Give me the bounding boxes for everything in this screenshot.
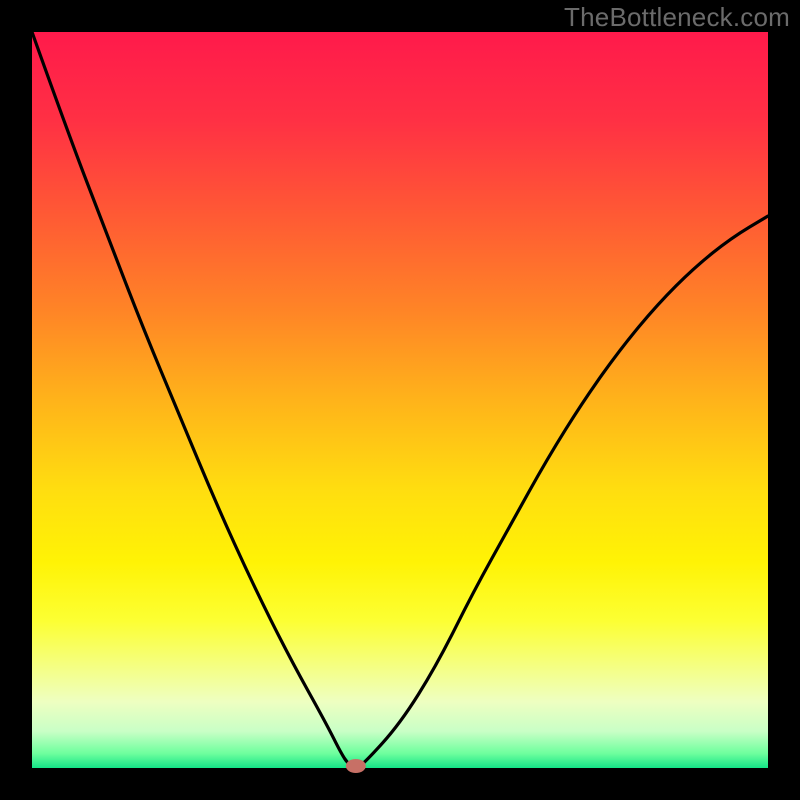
watermark-text: TheBottleneck.com xyxy=(564,2,790,33)
optimum-marker xyxy=(346,759,366,773)
chart-frame: TheBottleneck.com xyxy=(0,0,800,800)
plot-area xyxy=(32,32,768,768)
chart-svg xyxy=(0,0,800,800)
